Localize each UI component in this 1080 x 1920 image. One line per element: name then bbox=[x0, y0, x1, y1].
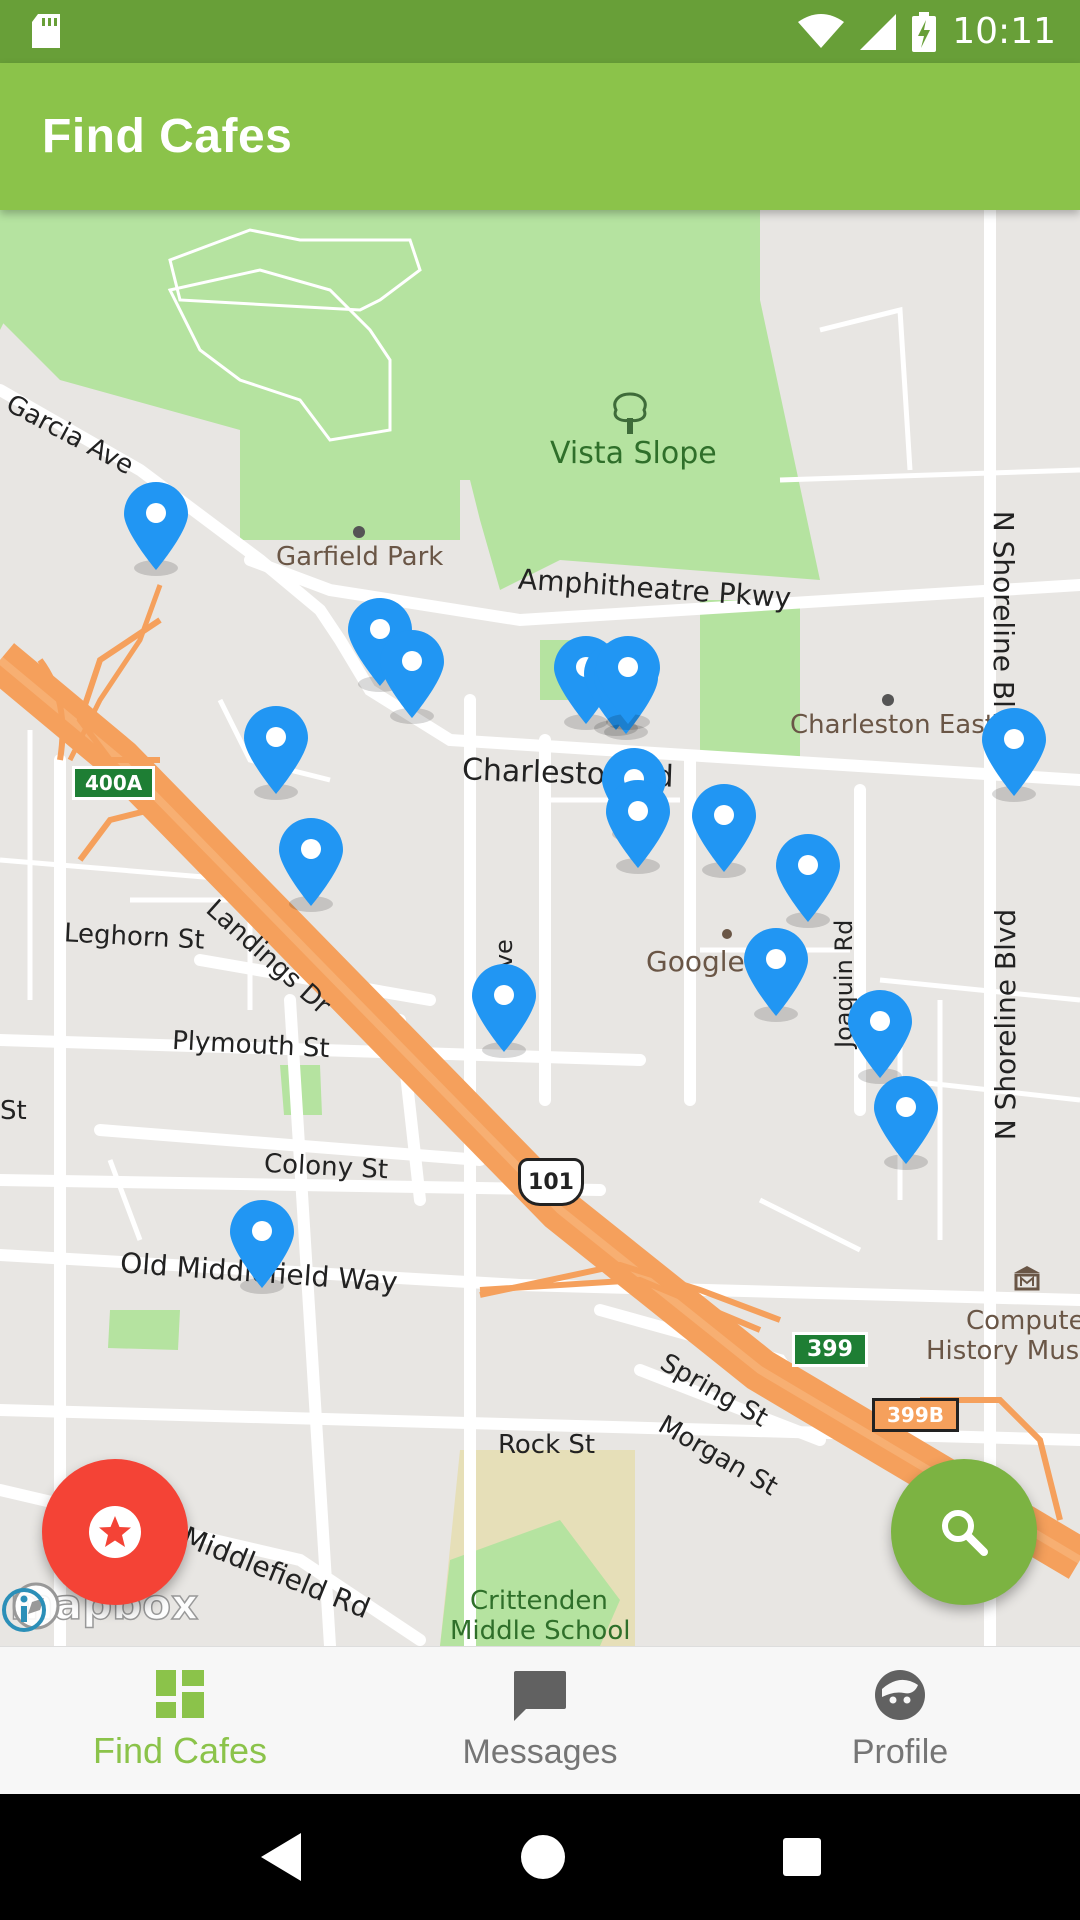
map-label-middle-school: Middle School bbox=[450, 1616, 631, 1646]
map-label-google: Google bbox=[646, 945, 745, 978]
map-label-computer-history-1: Compute bbox=[966, 1306, 1080, 1336]
cafe-marker[interactable] bbox=[228, 1198, 296, 1294]
tree-icon bbox=[613, 392, 647, 434]
cafe-marker[interactable] bbox=[277, 816, 345, 912]
nav-label-profile: Profile bbox=[851, 1733, 949, 1771]
cafe-marker[interactable] bbox=[742, 926, 810, 1022]
poi-dot bbox=[353, 526, 365, 538]
cafe-marker[interactable] bbox=[604, 778, 672, 874]
search-button[interactable] bbox=[891, 1459, 1037, 1605]
map-label-crittenden: Crittenden bbox=[470, 1586, 608, 1616]
back-icon[interactable] bbox=[257, 1831, 305, 1883]
nav-label-find-cafes: Find Cafes bbox=[92, 1729, 268, 1771]
cafe-marker[interactable] bbox=[378, 628, 446, 724]
map-label-colony-st: Colony St bbox=[263, 1148, 389, 1186]
shield-399b: 399B bbox=[872, 1398, 959, 1432]
cafe-marker[interactable] bbox=[122, 480, 190, 576]
cafe-marker[interactable] bbox=[980, 706, 1048, 802]
cell-signal-icon bbox=[860, 13, 897, 50]
status-time: 10:11 bbox=[952, 11, 1056, 52]
search-icon bbox=[942, 1510, 988, 1556]
sd-card-icon bbox=[32, 13, 60, 48]
map-view[interactable]: Vista Slope Garfield Park Amphitheatre P… bbox=[0, 210, 1080, 1646]
shield-101: 101 bbox=[518, 1158, 584, 1206]
app-bar: Find Cafes bbox=[0, 63, 1080, 210]
home-icon[interactable] bbox=[519, 1833, 567, 1881]
cafe-marker[interactable] bbox=[690, 782, 758, 878]
wifi-icon bbox=[798, 13, 845, 48]
cafe-marker[interactable] bbox=[470, 962, 538, 1058]
museum-icon bbox=[1014, 1266, 1040, 1291]
map-label-vista-slope: Vista Slope bbox=[550, 436, 717, 471]
dashboard-icon bbox=[156, 1669, 204, 1718]
map-label-rock-st: Rock St bbox=[498, 1430, 596, 1460]
shield-399: 399 bbox=[792, 1332, 868, 1367]
system-navigation bbox=[0, 1794, 1080, 1920]
poi-dot bbox=[722, 929, 732, 939]
poi-dot bbox=[882, 694, 894, 706]
map-label-n-shoreline-bottom: N Shoreline Blvd bbox=[989, 908, 1023, 1141]
recents-icon[interactable] bbox=[781, 1836, 823, 1878]
info-icon[interactable] bbox=[0, 1586, 48, 1634]
map-label-st-edge: St bbox=[0, 1096, 27, 1126]
cafe-marker[interactable] bbox=[242, 704, 310, 800]
page-title: Find Cafes bbox=[42, 110, 293, 163]
battery-charging-icon bbox=[912, 11, 937, 52]
nav-item-messages[interactable]: Messages bbox=[360, 1647, 720, 1794]
nav-item-find-cafes[interactable]: Find Cafes bbox=[0, 1647, 360, 1794]
favorites-button[interactable] bbox=[42, 1459, 188, 1605]
map-label-charleston-east: Charleston East bbox=[790, 710, 995, 740]
nav-item-profile[interactable]: Profile bbox=[720, 1647, 1080, 1794]
map-label-computer-history-2: History Muse bbox=[926, 1336, 1080, 1366]
shield-400a: 400A bbox=[72, 766, 156, 800]
cafe-marker[interactable] bbox=[594, 634, 662, 730]
face-icon bbox=[875, 1670, 925, 1720]
nav-label-messages: Messages bbox=[462, 1733, 618, 1771]
message-icon bbox=[514, 1671, 566, 1721]
bottom-navigation: Find Cafes Messages Profile bbox=[0, 1646, 1080, 1794]
cafe-marker[interactable] bbox=[774, 832, 842, 928]
cafe-marker[interactable] bbox=[846, 988, 914, 1084]
map-label-garfield-park: Garfield Park bbox=[276, 542, 444, 572]
status-bar: 10:11 bbox=[0, 0, 1080, 63]
star-icon bbox=[89, 1506, 141, 1558]
cafe-marker[interactable] bbox=[872, 1074, 940, 1170]
